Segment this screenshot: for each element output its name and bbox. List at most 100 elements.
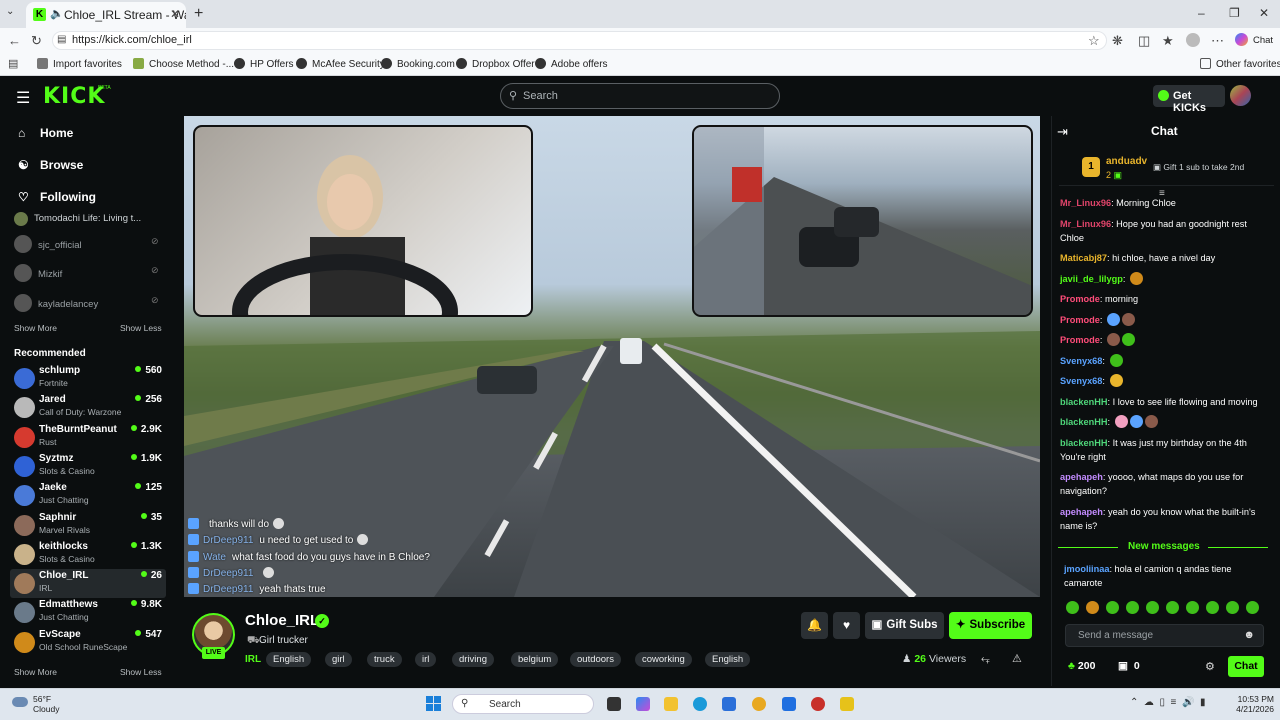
file-explorer-icon[interactable] [664, 697, 678, 711]
chat-username[interactable]: Mr_Linux96 [1060, 198, 1111, 208]
emote-icon[interactable] [1146, 601, 1159, 614]
emote-icon[interactable] [1166, 601, 1179, 614]
restore-icon[interactable]: ❐ [1229, 6, 1240, 20]
following-channel[interactable]: kayladelancey [14, 294, 98, 312]
collapse-chat-icon[interactable]: ⇥ [1057, 124, 1068, 140]
copilot-icon[interactable] [636, 697, 650, 711]
subscribe-button[interactable]: ✦ Subscribe [949, 612, 1032, 639]
sidebar-item-home[interactable]: ⌂ Home [18, 126, 73, 140]
recommended-channel[interactable]: EvScape Old School RuneScape 547 [10, 628, 166, 657]
reading-view-icon[interactable]: ▤ [8, 57, 18, 70]
get-kicks-button[interactable]: Get KICKs [1153, 85, 1225, 114]
app-icon[interactable] [840, 697, 854, 711]
other-favorites[interactable]: Other favorites [1200, 58, 1280, 70]
following-channel[interactable]: Tomodachi Life: Living t... [14, 212, 141, 226]
extensions-icon[interactable]: ❋ [1112, 33, 1123, 49]
edge-icon[interactable] [693, 697, 707, 711]
minimize-icon[interactable]: – [1198, 6, 1205, 20]
tag-chip[interactable]: belgium [511, 652, 559, 667]
bookmark-item[interactable]: Dropbox Offer [456, 58, 535, 70]
chat-username[interactable]: Mr_Linux96 [1060, 219, 1111, 229]
menu-icon[interactable]: ☰ [16, 88, 30, 108]
browser-tab[interactable]: K 🔈 Chloe_IRL Stream - Watch Live ✕ [26, 2, 186, 28]
bookmark-item[interactable]: Adobe offers [535, 58, 608, 70]
favorites-icon[interactable]: ★ [1162, 33, 1174, 49]
recommended-channel[interactable]: Jared Call of Duty: Warzone 256 [10, 393, 166, 422]
recommended-channel[interactable]: schlump Fortnite 560 [10, 364, 166, 393]
back-icon[interactable]: ← [8, 33, 21, 48]
tag-chip[interactable]: driving [452, 652, 494, 667]
tag-chip[interactable]: English [266, 652, 312, 667]
emote-icon[interactable] [1066, 601, 1079, 614]
chat-username[interactable]: apehapeh [1060, 472, 1103, 482]
system-tray[interactable]: ⌃ ☁ ▯ ≡ 🔊 ▮ [1130, 697, 1205, 708]
leaderboard-user[interactable]: anduadv [1106, 156, 1147, 167]
chat-username[interactable]: blackenHH [1060, 417, 1108, 427]
recommended-channel[interactable]: keithlocks Slots & Casino 1.3K [10, 540, 166, 569]
more-menu-icon[interactable]: ⋯ [1211, 33, 1224, 49]
bookmark-item[interactable]: HP Offers [234, 58, 294, 70]
recommended-channel[interactable]: Saphnir Marvel Rivals 35 [10, 511, 166, 540]
search-input[interactable]: ⚲ Search [500, 83, 780, 109]
close-tab-icon[interactable]: ✕ [170, 7, 180, 21]
gift-balance[interactable]: ▣ 0 [1118, 660, 1140, 672]
dropbox-icon[interactable] [782, 697, 796, 711]
weather-icon[interactable] [12, 697, 28, 707]
tag-chip[interactable]: coworking [635, 652, 692, 667]
tag-chip[interactable]: truck [367, 652, 402, 667]
tag-chip[interactable]: irl [415, 652, 437, 667]
chat-username[interactable]: Promode [1060, 315, 1100, 325]
kicks-balance[interactable]: ♣ 200 [1068, 660, 1095, 672]
url-field[interactable] [52, 31, 1107, 50]
site-info-icon[interactable]: ▤ [57, 34, 66, 45]
favorite-star-icon[interactable]: ☆ [1088, 33, 1100, 49]
profile-icon[interactable] [1186, 33, 1200, 47]
speaker-icon[interactable]: 🔈 [50, 7, 64, 20]
bookmark-item[interactable]: McAfee Security [296, 58, 385, 70]
chat-username[interactable]: javii_de_lilygp [1060, 274, 1123, 284]
show-less-button[interactable]: Show Less [120, 323, 162, 333]
sidebar-item-following[interactable]: ♡ Following [18, 190, 96, 204]
chat-username[interactable]: Svenyx68 [1060, 356, 1102, 366]
emote-icon[interactable] [1226, 601, 1239, 614]
notifications-button[interactable]: 🔔 [801, 612, 828, 639]
chat-username[interactable]: Promode [1060, 294, 1100, 304]
recommended-channel[interactable]: Edmatthews Just Chatting 9.8K [10, 598, 166, 627]
start-icon[interactable] [426, 696, 441, 711]
recommended-channel[interactable]: TheBurntPeanut Rust 2.9K [10, 423, 166, 452]
clock[interactable]: 10:53 PM 4/21/2026 [1234, 694, 1274, 714]
task-view-icon[interactable] [607, 697, 621, 711]
follow-button[interactable]: ♥ [833, 612, 860, 639]
chat-username[interactable]: blackenHH [1060, 397, 1108, 407]
chat-settings-icon[interactable]: ⚙ [1205, 660, 1215, 673]
tag-chip[interactable]: girl [325, 652, 352, 667]
tag-chip[interactable]: outdoors [570, 652, 621, 667]
recommended-channel[interactable]: Chloe_IRL IRL 26 [10, 569, 166, 599]
copilot-icon[interactable] [1235, 33, 1248, 46]
channel-name[interactable]: Chloe_IRL [245, 612, 319, 629]
close-window-icon[interactable]: ✕ [1259, 6, 1269, 20]
report-icon[interactable]: ⚠ [1012, 652, 1022, 665]
emoji-icon[interactable]: ☻ [1243, 629, 1255, 641]
tag-chip[interactable]: English [705, 652, 751, 667]
tab-actions-icon[interactable]: ⌄ [6, 6, 14, 17]
weather-widget[interactable]: 56°F Cloudy [33, 694, 59, 714]
emote-icon[interactable] [1086, 601, 1099, 614]
sidebar-item-browse[interactable]: ☯ Browse [18, 158, 83, 172]
following-channel[interactable]: sjc_official [14, 235, 82, 253]
bookmark-item[interactable]: Booking.com [381, 58, 455, 70]
share-icon[interactable]: ⥆ [981, 653, 990, 666]
chat-username[interactable]: Svenyx68 [1060, 376, 1102, 386]
stream-category[interactable]: IRL [245, 654, 261, 665]
emote-icon[interactable] [1106, 601, 1119, 614]
kick-logo[interactable]: KICK [43, 84, 105, 109]
split-screen-icon[interactable]: ◫ [1138, 33, 1150, 49]
store-icon[interactable] [722, 697, 736, 711]
taskbar-search[interactable]: ⚲ Search [452, 694, 594, 714]
new-tab-button[interactable]: + [194, 5, 203, 23]
emote-icon[interactable] [1246, 601, 1259, 614]
recommended-channel[interactable]: Syztmz Slots & Casino 1.9K [10, 452, 166, 481]
chat-username[interactable]: blackenHH [1060, 438, 1108, 448]
chat-username[interactable]: Promode [1060, 335, 1100, 345]
app-icon[interactable] [811, 697, 825, 711]
